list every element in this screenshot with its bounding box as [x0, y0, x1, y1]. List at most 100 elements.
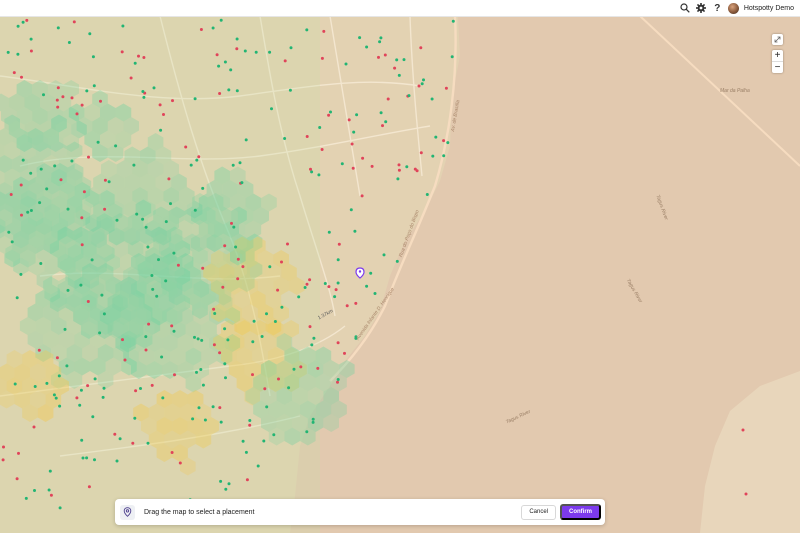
hotspot-dot[interactable]	[241, 265, 245, 269]
hotspot-dot[interactable]	[13, 382, 17, 386]
hotspot-dot[interactable]	[211, 26, 215, 30]
hotspot-dot[interactable]	[381, 124, 384, 128]
hotspot-dot[interactable]	[115, 218, 119, 222]
hotspot-dot[interactable]	[92, 84, 96, 88]
hotspot-dot[interactable]	[223, 244, 227, 248]
hotspot-dot[interactable]	[81, 456, 85, 460]
hotspot-dot[interactable]	[419, 46, 423, 50]
hotspot-dot[interactable]	[85, 456, 89, 460]
hotspot-dot[interactable]	[450, 55, 454, 59]
hotspot-dot[interactable]	[24, 496, 28, 500]
hotspot-dot[interactable]	[58, 404, 62, 408]
hotspot-dot[interactable]	[195, 158, 199, 162]
hotspot-dot[interactable]	[75, 112, 79, 116]
hotspot-dot[interactable]	[159, 128, 163, 132]
hotspot-dot[interactable]	[57, 374, 61, 378]
hotspot-dot[interactable]	[286, 242, 289, 246]
hotspot-dot[interactable]	[63, 327, 67, 331]
map-canvas[interactable]: Mar da Palha Tagus River Tagus River Tag…	[0, 16, 800, 533]
hotspot-dot[interactable]	[218, 351, 222, 355]
hotspot-dot[interactable]	[320, 148, 324, 151]
hotspot-dot[interactable]	[61, 95, 65, 99]
hotspot-dot[interactable]	[218, 406, 222, 410]
hotspot-dot[interactable]	[200, 338, 204, 342]
hotspot-dot[interactable]	[91, 55, 95, 59]
hotspot-dot[interactable]	[184, 145, 188, 149]
hotspot-dot[interactable]	[310, 343, 314, 347]
hotspot-dot[interactable]	[379, 111, 383, 115]
hotspot-dot[interactable]	[150, 383, 154, 387]
hotspot-dot[interactable]	[59, 178, 63, 182]
hotspot-dot[interactable]	[227, 482, 231, 486]
hotspot-dot[interactable]	[244, 138, 248, 142]
hotspot-dot[interactable]	[169, 202, 172, 206]
hotspot-dot[interactable]	[265, 405, 269, 409]
hotspot-dot[interactable]	[397, 163, 401, 167]
hotspot-dot[interactable]	[53, 164, 57, 168]
hotspot-dot[interactable]	[203, 418, 207, 422]
hotspot-dot[interactable]	[219, 18, 223, 22]
hotspot-dot[interactable]	[320, 56, 324, 60]
hotspot-dot[interactable]	[350, 142, 354, 146]
hotspot-dot[interactable]	[316, 366, 320, 370]
hotspot-dot[interactable]	[172, 329, 176, 333]
hotspot-dot[interactable]	[347, 118, 351, 122]
hotspot-dot[interactable]	[323, 282, 327, 285]
hotspot-dot[interactable]	[415, 169, 419, 173]
hotspot-dot[interactable]	[336, 281, 340, 285]
hotspot-dot[interactable]	[254, 50, 258, 54]
hotspot-dot[interactable]	[230, 221, 233, 225]
hotspot-dot[interactable]	[70, 159, 74, 163]
hotspot-dot[interactable]	[142, 95, 146, 99]
hotspot-dot[interactable]	[79, 283, 83, 287]
avatar[interactable]	[727, 2, 739, 14]
hotspot-dot[interactable]	[101, 395, 105, 399]
hotspot-dot[interactable]	[229, 68, 233, 72]
hotspot-dot[interactable]	[402, 58, 406, 62]
hotspot-dot[interactable]	[248, 419, 252, 422]
hotspot-dot[interactable]	[146, 441, 150, 445]
hotspot-dot[interactable]	[171, 99, 174, 103]
hotspot-dot[interactable]	[48, 469, 52, 473]
hotspot-dot[interactable]	[336, 258, 340, 262]
hotspot-dot[interactable]	[173, 373, 176, 377]
hotspot-dot[interactable]	[260, 335, 264, 338]
hotspot-dot[interactable]	[241, 439, 245, 443]
hotspot-dot[interactable]	[16, 52, 20, 56]
hotspot-dot[interactable]	[297, 295, 301, 299]
hotspot-dot[interactable]	[365, 45, 369, 49]
hotspot-dot[interactable]	[384, 120, 388, 124]
hotspot-dot[interactable]	[226, 338, 230, 342]
hotspot-dot[interactable]	[55, 356, 59, 360]
hotspot-dot[interactable]	[1, 458, 5, 462]
hotspot-dot[interactable]	[305, 28, 309, 32]
hotspot-dot[interactable]	[256, 464, 260, 468]
hotspot-dot[interactable]	[213, 312, 217, 315]
hotspot-dot[interactable]	[80, 216, 84, 220]
hotspot-dot[interactable]	[42, 93, 45, 97]
hotspot-dot[interactable]	[283, 137, 287, 140]
hotspot-dot[interactable]	[193, 335, 196, 339]
hotspot-dot[interactable]	[85, 89, 89, 93]
zoom-out-button[interactable]: −	[772, 61, 783, 73]
hotspot-dot[interactable]	[292, 367, 296, 371]
hotspot-dot[interactable]	[358, 36, 362, 40]
hotspot-dot[interactable]	[318, 126, 322, 129]
hotspot-dot[interactable]	[329, 110, 332, 114]
hotspot-dot[interactable]	[340, 162, 344, 166]
hotspot-dot[interactable]	[336, 380, 339, 384]
hotspot-dot[interactable]	[15, 296, 19, 300]
hotspot-dot[interactable]	[197, 406, 201, 410]
hotspot-dot[interactable]	[178, 461, 182, 465]
hotspot-dot[interactable]	[115, 459, 119, 463]
hotspot-dot[interactable]	[86, 384, 90, 388]
hotspot-dot[interactable]	[39, 167, 43, 171]
hotspot-dot[interactable]	[131, 441, 135, 445]
hotspot-dot[interactable]	[86, 300, 90, 303]
hotspot-dot[interactable]	[243, 49, 247, 53]
hotspot-dot[interactable]	[55, 98, 59, 102]
hotspot-dot[interactable]	[193, 208, 197, 212]
hotspot-dot[interactable]	[280, 305, 284, 309]
hotspot-dot[interactable]	[144, 335, 148, 339]
hotspot-dot[interactable]	[87, 155, 90, 159]
